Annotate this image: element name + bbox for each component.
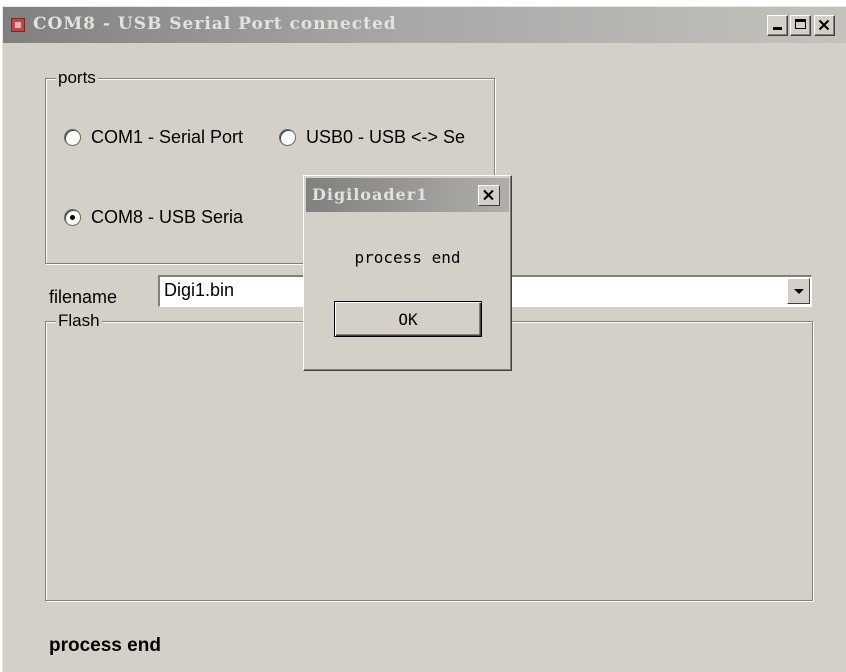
- radio-circle: [64, 129, 81, 146]
- maximize-icon: [795, 19, 806, 29]
- radio-circle-selected: [64, 209, 81, 226]
- dialog-title-bar[interactable]: Digiloader1: [306, 178, 509, 212]
- message-dialog: Digiloader1 process end OK: [303, 175, 512, 371]
- minimize-icon: [773, 27, 782, 30]
- window-title: COM8 - USB Serial Port connected: [33, 14, 397, 34]
- minimize-button[interactable]: [767, 15, 788, 36]
- app-icon: [11, 18, 25, 32]
- dialog-title: Digiloader1: [312, 185, 429, 204]
- status-text: process end: [49, 635, 161, 656]
- close-button[interactable]: [814, 15, 835, 36]
- radio-com8-label: COM8 - USB Seria: [91, 207, 244, 227]
- ports-group-label: ports: [56, 68, 98, 88]
- radio-usb0[interactable]: USB0 - USB <-> Se: [279, 127, 493, 148]
- radio-circle: [279, 129, 296, 146]
- maximize-button[interactable]: [790, 15, 811, 36]
- dialog-close-button[interactable]: [478, 185, 500, 206]
- flash-group-label: Flash: [56, 311, 102, 331]
- radio-com1-label: COM1 - Serial Port: [91, 127, 244, 147]
- close-icon: [818, 19, 830, 31]
- radio-com8[interactable]: COM8 - USB Seria: [64, 207, 243, 228]
- dialog-message: process end: [354, 248, 461, 267]
- filename-value[interactable]: Digi1.bin: [164, 280, 234, 301]
- radio-selected-dot: [70, 215, 75, 220]
- chevron-down-icon[interactable]: [787, 278, 810, 304]
- radio-usb0-label: USB0 - USB <-> Se: [306, 127, 466, 147]
- radio-com1[interactable]: COM1 - Serial Port: [64, 127, 243, 148]
- filename-label: filename: [49, 287, 118, 307]
- close-icon: [483, 189, 494, 201]
- title-bar[interactable]: COM8 - USB Serial Port connected: [3, 7, 846, 43]
- ok-button[interactable]: OK: [334, 301, 482, 337]
